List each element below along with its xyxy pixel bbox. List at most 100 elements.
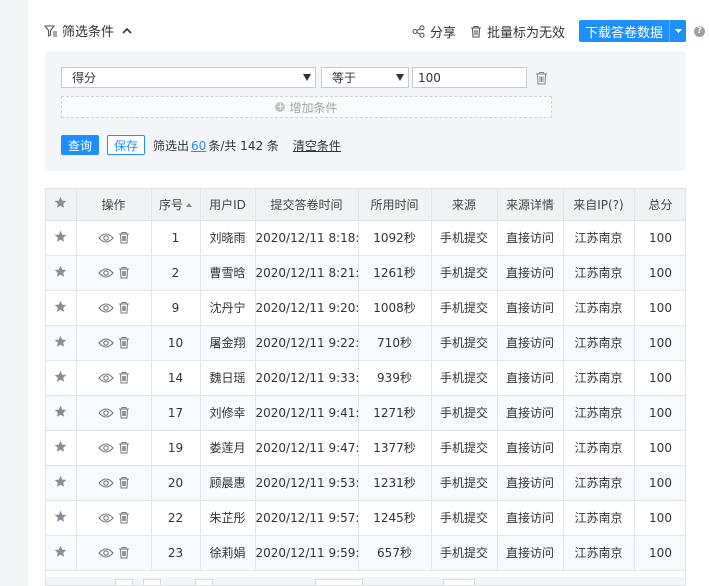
cell-score: 100 [634,430,685,466]
table-row[interactable]: 2曹雪晗2020/12/11 8:21:381261秒手机提交直接访问江苏南京1… [46,255,685,291]
table-body: 1刘晓雨2020/12/11 8:18:371092秒手机提交直接访问江苏南京1… [46,220,685,571]
eye-icon[interactable] [97,232,114,244]
trash-icon[interactable] [118,301,130,314]
cell-submit-time: 2020/12/11 8:18:37 [255,220,359,256]
star-icon[interactable] [54,475,67,488]
table-row[interactable]: 22朱芷彤2020/12/11 9:57:071245秒手机提交直接访问江苏南京… [46,500,685,536]
trash-icon[interactable] [118,546,130,559]
cell-seq: 17 [151,395,201,431]
pagination-page-button[interactable] [195,579,213,585]
filter-field-select[interactable]: 得分 [61,67,316,88]
filter-actions: 查询 保存 筛选出 60 条/共 142 条 清空条件 [61,135,341,155]
cell-duration: 1231秒 [358,465,432,501]
star-toggle[interactable] [46,430,77,466]
table-row[interactable]: 1刘晓雨2020/12/11 8:18:371092秒手机提交直接访问江苏南京1… [46,220,685,256]
row-action-icons [77,266,151,279]
eye-icon[interactable] [97,512,114,524]
star-icon[interactable] [54,440,67,453]
table-row[interactable]: 23徐莉娟2020/12/11 9:59:20657秒手机提交直接访问江苏南京1… [46,535,685,571]
trash-icon[interactable] [118,231,130,244]
star-toggle[interactable] [46,220,77,256]
cell-seq: 10 [151,325,201,361]
cell-ip: 江苏南京 [563,290,635,326]
trash-icon[interactable] [118,371,130,384]
cell-ip: 江苏南京 [563,395,635,431]
trash-icon[interactable] [118,441,130,454]
cell-duration: 1261秒 [358,255,432,291]
cell-source-detail: 直接访问 [497,325,564,361]
star-icon[interactable] [54,230,67,243]
result-suffix: 条/共 142 条 [208,138,279,153]
help-icon[interactable]: ? [694,25,705,37]
star-toggle[interactable] [46,290,77,326]
cell-submit-time: 2020/12/11 9:22:24 [255,325,359,361]
trash-icon[interactable] [118,511,130,524]
star-toggle[interactable] [46,465,77,501]
download-dropdown-toggle[interactable] [669,20,686,42]
cell-seq: 22 [151,500,201,536]
cell-source-detail: 直接访问 [497,220,564,256]
eye-icon[interactable] [97,267,114,279]
row-action-icons [77,301,151,314]
cell-source: 手机提交 [431,220,498,256]
share-button[interactable]: 分享 [412,22,456,41]
trash-icon[interactable] [118,406,130,419]
star-icon[interactable] [54,265,67,278]
eye-icon[interactable] [97,407,114,419]
cell-duration: 1008秒 [358,290,432,326]
eye-icon[interactable] [97,547,114,559]
eye-icon[interactable] [97,442,114,454]
star-toggle[interactable] [46,255,77,291]
pagination-prev-button[interactable] [115,579,133,585]
table-row[interactable]: 19娄莲月2020/12/11 9:47:331377秒手机提交直接访问江苏南京… [46,430,685,466]
trash-icon[interactable] [118,476,130,489]
column-header-seq-label: 序号 [158,197,183,212]
pagination-jump-input[interactable] [443,579,475,585]
star-icon[interactable] [54,370,67,383]
eye-icon[interactable] [97,477,114,489]
table-row[interactable]: 14魏日瑶2020/12/11 9:33:19939秒手机提交直接访问江苏南京1… [46,360,685,396]
trash-icon[interactable] [118,336,130,349]
cell-seq: 2 [151,255,201,291]
eye-icon[interactable] [97,302,114,314]
save-button[interactable]: 保存 [107,135,146,155]
star-toggle[interactable] [46,325,77,361]
star-icon[interactable] [54,545,67,558]
table-row[interactable]: 20顾晨惠2020/12/11 9:53:401231秒手机提交直接访问江苏南京… [46,465,685,501]
add-condition-button[interactable]: + 增加条件 [61,96,552,118]
query-button[interactable]: 查询 [61,135,100,155]
star-toggle[interactable] [46,360,77,396]
pagination-size-select[interactable] [315,579,363,585]
cell-score: 100 [634,325,685,361]
trash-icon[interactable] [118,266,130,279]
table-row[interactable]: 10屠金翔2020/12/11 9:22:24710秒手机提交直接访问江苏南京1… [46,325,685,361]
clear-conditions-link[interactable]: 清空条件 [293,137,341,154]
batch-invalidate-button[interactable]: 批量标为无效 [470,22,565,41]
eye-icon[interactable] [97,337,114,349]
pagination-page-button[interactable] [143,579,161,585]
cell-source: 手机提交 [431,290,498,326]
result-count-link[interactable]: 60 [191,139,206,153]
results-table: 操作 序号 用户ID 提交答卷时间 所用时间 来源 来源详情 来自IP(?) 总… [46,189,685,571]
star-icon[interactable] [54,510,67,523]
table-row[interactable]: 17刘修幸2020/12/11 9:41:141271秒手机提交直接访问江苏南京… [46,395,685,431]
column-header-userid: 用户ID [200,189,256,221]
cell-source-detail: 直接访问 [497,500,564,536]
download-data-button[interactable]: 下载答卷数据 [578,20,686,42]
star-icon[interactable] [54,405,67,418]
delete-condition-icon[interactable] [535,71,548,85]
row-action-icons [77,441,151,454]
eye-icon[interactable] [97,372,114,384]
filter-value-input[interactable]: 100 [412,67,527,88]
column-header-seq[interactable]: 序号 [151,189,201,221]
star-toggle[interactable] [46,535,77,571]
row-actions [76,290,152,326]
star-icon[interactable] [54,335,67,348]
cell-score: 100 [634,360,685,396]
filter-toggle[interactable]: 筛选条件 [44,21,133,40]
star-toggle[interactable] [46,500,77,536]
star-icon[interactable] [54,300,67,313]
star-toggle[interactable] [46,395,77,431]
filter-operator-select[interactable]: 等于 [321,67,409,88]
table-row[interactable]: 9沈丹宁2020/12/11 9:20:541008秒手机提交直接访问江苏南京1… [46,290,685,326]
